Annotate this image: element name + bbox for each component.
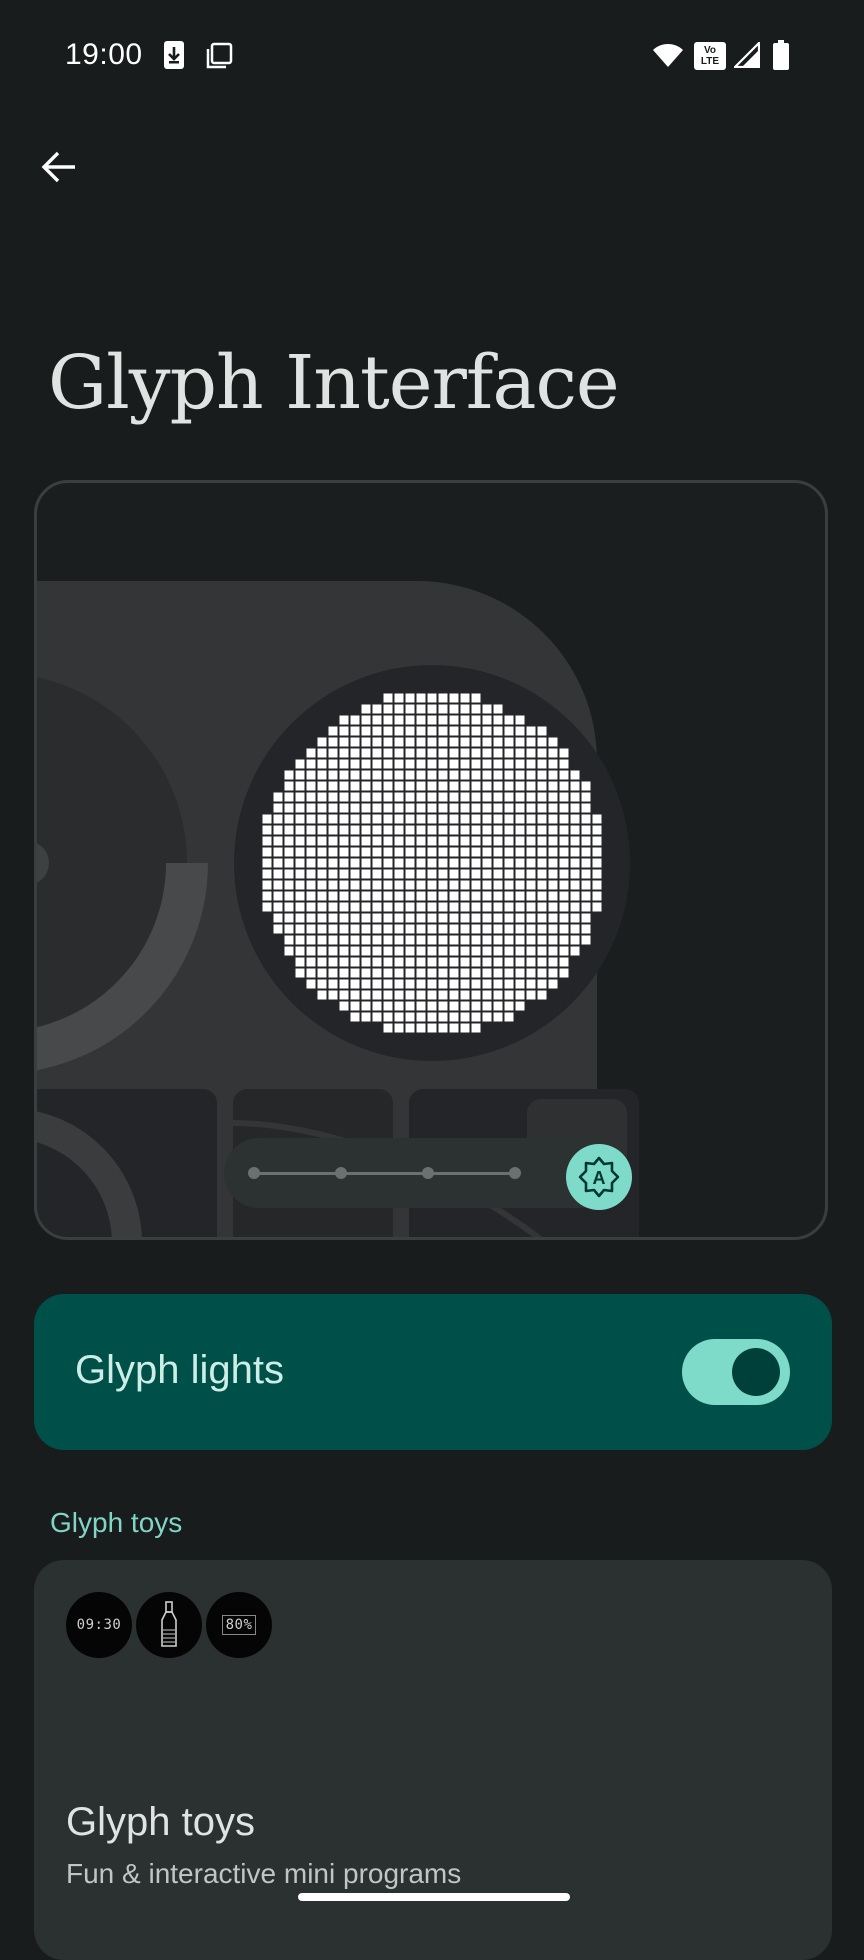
slider-stop[interactable] <box>422 1167 434 1179</box>
volte-top-text: Vo <box>703 45 717 56</box>
volte-icon: Vo LTE <box>694 42 726 70</box>
volte-bottom-text: LTE <box>700 56 720 67</box>
glyph-lights-toggle-card[interactable]: Glyph lights <box>34 1294 832 1450</box>
arrow-left-icon <box>41 151 75 183</box>
gesture-nav-handle[interactable] <box>298 1893 570 1901</box>
slider-stop[interactable] <box>335 1167 347 1179</box>
toy-clock-text: 09:30 <box>76 1617 122 1633</box>
screenshot-icon <box>205 42 233 75</box>
glyph-lights-label: Glyph lights <box>75 1348 284 1392</box>
section-header-glyph-toys: Glyph toys <box>50 1507 183 1538</box>
switch-knob <box>732 1348 780 1396</box>
battery-icon <box>773 40 789 75</box>
auto-brightness-button[interactable]: A <box>566 1144 632 1210</box>
glyph-lights-switch[interactable] <box>682 1339 790 1405</box>
slider-stop[interactable] <box>509 1167 521 1179</box>
download-icon <box>163 40 185 75</box>
glyph-toys-title: Glyph toys <box>66 1800 255 1844</box>
signal-icon <box>732 40 761 73</box>
toy-battery-icon: 80% <box>206 1592 272 1658</box>
slider-track <box>254 1172 516 1175</box>
bottle-icon <box>136 1592 202 1658</box>
status-time: 19:00 <box>65 38 143 71</box>
brightness-slider-area: A <box>34 480 828 1240</box>
toy-battery-text: 80% <box>221 1615 257 1635</box>
glyph-toys-subtitle: Fun & interactive mini programs <box>66 1858 462 1889</box>
slider-stop[interactable] <box>248 1167 260 1179</box>
wifi-icon <box>652 42 684 73</box>
toy-clock-icon: 09:30 <box>66 1592 132 1658</box>
back-button[interactable] <box>30 138 88 196</box>
status-bar: 19:00 Vo LTE <box>0 0 864 110</box>
page-title: Glyph Interface <box>48 340 620 426</box>
auto-label: A <box>593 1168 606 1188</box>
auto-brightness-icon: A <box>578 1156 620 1198</box>
